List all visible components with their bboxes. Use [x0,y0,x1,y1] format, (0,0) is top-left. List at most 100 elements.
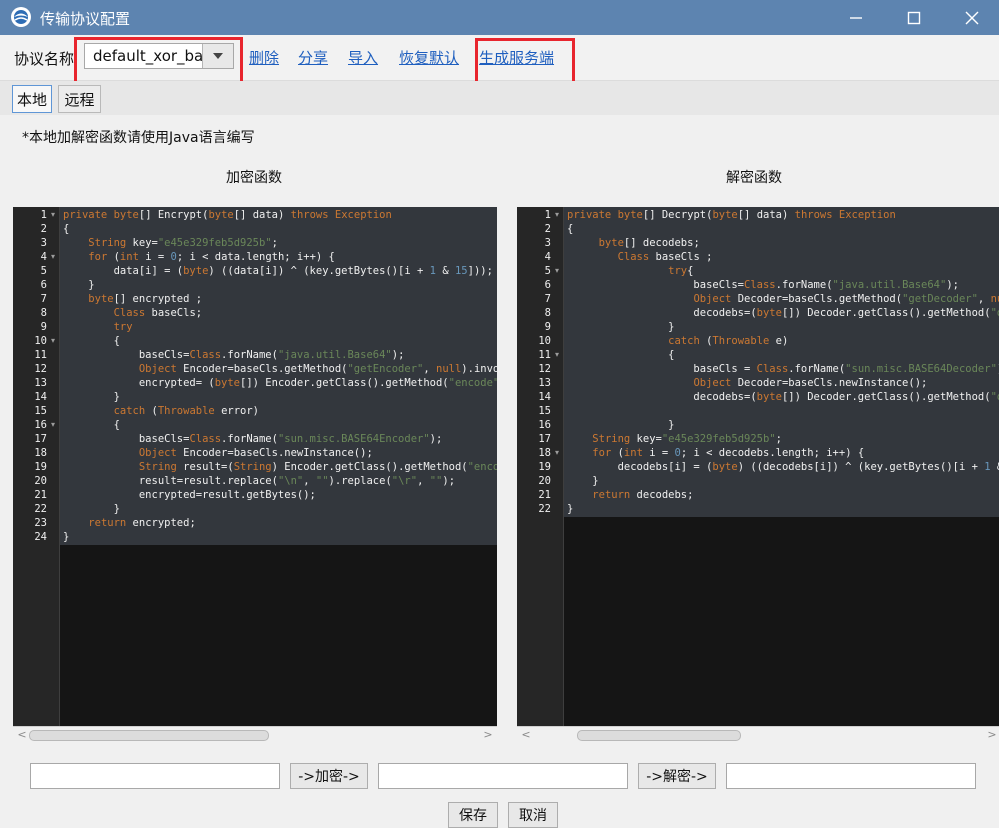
ciphertext-input[interactable] [378,763,628,789]
fold-toggle-icon[interactable]: ▾ [555,348,563,362]
line-number: 17 [538,433,551,445]
scrollbar-thumb[interactable] [577,730,741,741]
line-number: 10 [538,335,551,347]
maximize-button[interactable] [890,0,938,35]
code-area[interactable]: private byte[] Encrypt(byte[] data) thro… [60,207,497,727]
code-line: } [567,503,574,515]
fold-toggle-icon[interactable]: ▾ [51,334,59,348]
decrypt-code-editor[interactable]: 1 ▾ 2 3 4 5 ▾ 6 7 8 9 10 11 ▾ 12 13 14 15 16 17 18 ▾ 19 20 21 22 … [517,207,999,745]
decrypt-button[interactable]: ->解密-> [638,763,716,789]
code-line: decodebs=(byte[]) Decoder.getClass().get… [567,307,999,319]
fold-toggle-icon[interactable]: ▾ [555,264,563,278]
fold-toggle-icon[interactable]: ▾ [51,250,59,264]
code-area[interactable]: private byte[] Decrypt(byte[] data) thro… [564,207,999,727]
code-line: } [63,279,95,291]
line-number: 19 [34,461,47,473]
line-number: 3 [40,237,47,249]
scroll-left-icon[interactable]: < [16,729,28,741]
horizontal-scrollbar[interactable]: < > [517,726,999,745]
scroll-right-icon[interactable]: > [986,729,998,741]
code-line: baseCls = Class.forName("sun.misc.BASE64… [567,363,999,375]
fold-toggle-icon[interactable]: ▾ [555,208,563,222]
delete-link[interactable]: 删除 [249,47,279,68]
line-number: 22 [34,503,47,515]
code-line: baseCls=Class.forName("sun.misc.BASE64En… [63,433,443,445]
code-line: } [63,391,120,403]
code-line: String result=(String) Encoder.getClass(… [138,461,497,473]
hint-text: *本地加解密函数请使用Java语言编写 [22,130,255,146]
code-line: catch (Throwable error) [113,405,260,417]
fold-toggle-icon[interactable]: ▾ [555,446,563,460]
scroll-right-icon[interactable]: > [482,729,494,741]
save-button[interactable]: 保存 [448,802,498,828]
code-line: return encrypted; [88,517,196,529]
line-number: 1 [544,209,551,221]
code-line: decodebs[i] = (byte) ((decodebs[i]) ^ (k… [567,461,999,473]
decrypted-output[interactable] [726,763,976,789]
restore-default-link[interactable]: 恢复默认 [399,47,459,68]
code-line: private byte[] Encrypt(byte[] data) thro… [63,209,392,221]
line-number: 12 [538,363,551,375]
protocol-name-label: 协议名称 [14,50,75,68]
line-number-gutter: 1 ▾ 2 3 4 ▾ 5 6 7 8 9 10 ▾ 11 12 13 14 15 16 ▾ 17 18 19 20 21 22 2… [13,207,60,727]
code-line: try [113,321,133,333]
line-number: 11 [538,349,551,361]
line-number: 15 [34,405,47,417]
local-panel: *本地加解密函数请使用Java语言编写 加密函数 解密函数 1 ▾ 2 3 4 ▾ 5 6 7 8… [0,115,999,828]
line-number: 21 [34,489,47,501]
code-line: byte[] decodebs; [598,237,700,249]
line-number: 5 [40,265,47,277]
code-line: private byte[] Decrypt(byte[] data) thro… [567,209,896,221]
encrypt-code-editor[interactable]: 1 ▾ 2 3 4 ▾ 5 6 7 8 9 10 ▾ 11 12 13 14 15 16 ▾ 17 18 19 20 21 22 2… [13,207,497,745]
title-bar: 传输协议配置 [0,0,999,35]
line-number: 12 [34,363,47,375]
fold-toggle-icon[interactable]: ▾ [51,418,59,432]
line-number: 8 [40,307,47,319]
code-line: } [567,321,675,333]
code-line: data[i] = (byte) ((data[i]) ^ (key.getBy… [63,265,493,277]
code-line: return decodebs; [592,489,694,501]
line-number: 2 [544,223,551,235]
code-line: } [567,475,599,487]
import-link[interactable]: 导入 [348,47,378,68]
code-line: { [567,349,675,361]
code-line: String key="e45e329feb5d925b"; [88,237,278,249]
line-number: 18 [538,447,551,459]
code-line: baseCls=Class.forName("java.util.Base64"… [567,279,959,291]
code-line: Object Decoder=baseCls.newInstance(); [693,377,928,389]
close-button[interactable] [948,0,996,35]
code-line: baseCls=Class.forName("java.util.Base64"… [63,349,405,361]
line-number: 4 [544,251,551,263]
code-line: } [63,531,70,543]
app-logo-icon [11,7,31,27]
line-number: 8 [544,307,551,319]
line-number: 24 [34,531,47,543]
fold-toggle-icon[interactable]: ▾ [51,208,59,222]
code-line: Object Decoder=baseCls.getMethod("getDec… [693,293,999,305]
horizontal-scrollbar[interactable]: < > [13,726,497,745]
code-line: { [63,335,120,347]
line-number: 22 [538,503,551,515]
tab-local[interactable]: 本地 [12,85,52,113]
encrypt-button[interactable]: ->加密-> [290,763,368,789]
window-title: 传输协议配置 [40,10,131,28]
line-number-gutter: 1 ▾ 2 3 4 5 ▾ 6 7 8 9 10 11 ▾ 12 13 14 15 16 17 18 ▾ 19 20 21 22 [517,207,564,727]
line-number: 9 [544,321,551,333]
line-number: 6 [544,279,551,291]
tab-remote[interactable]: 远程 [58,85,101,113]
share-link[interactable]: 分享 [298,47,328,68]
line-number: 15 [538,405,551,417]
plaintext-input[interactable] [30,763,280,789]
line-number: 7 [40,293,47,305]
tab-bar: 本地 远程 [0,81,999,115]
minimize-icon [850,16,862,19]
scroll-left-icon[interactable]: < [520,729,532,741]
line-number: 14 [34,391,47,403]
scrollbar-thumb[interactable] [29,730,269,741]
line-number: 3 [544,237,551,249]
cancel-button[interactable]: 取消 [508,802,558,828]
line-number: 4 [40,251,47,263]
line-number: 13 [538,377,551,389]
code-line: for (int i = 0; i < decodebs.length; i++… [592,447,865,459]
minimize-button[interactable] [832,0,880,35]
